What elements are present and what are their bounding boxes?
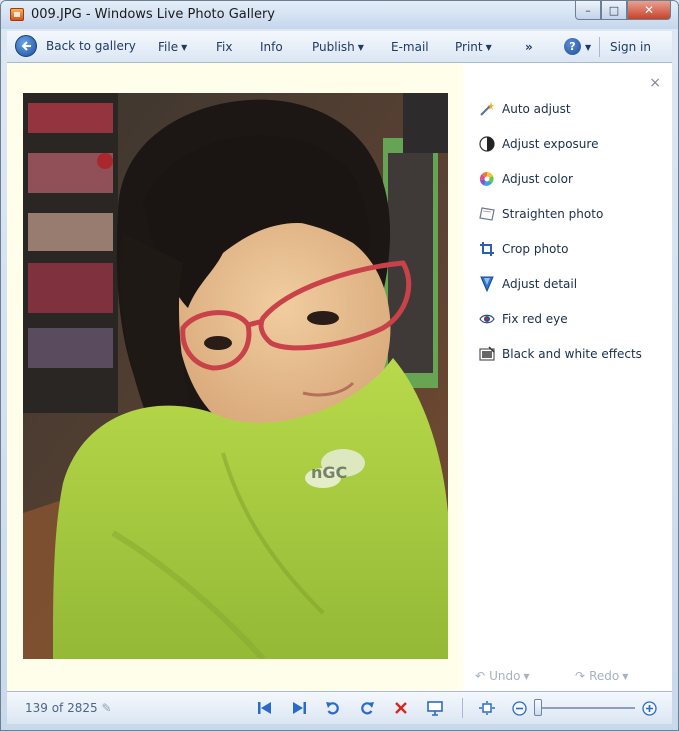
redo-button[interactable]: ↷ Redo ▼ xyxy=(575,669,628,683)
crop-photo-label: Crop photo xyxy=(502,242,569,256)
crop-icon xyxy=(479,241,495,257)
black-white-icon xyxy=(479,346,495,362)
auto-adjust-button[interactable]: Auto adjust xyxy=(479,101,571,117)
photo-image[interactable]: nGC xyxy=(23,93,448,659)
chevron-down-icon: ▼ xyxy=(622,671,629,681)
rotate-left-icon xyxy=(326,702,339,715)
chevron-down-icon: ▼ xyxy=(523,671,530,681)
rotate-right-icon xyxy=(361,702,374,715)
status-separator xyxy=(462,698,463,718)
adjust-color-label: Adjust color xyxy=(502,172,573,186)
main-content: nGC × Auto adjust Adjust exposure Adjust… xyxy=(7,63,672,691)
crop-photo-button[interactable]: Crop photo xyxy=(479,241,568,257)
straighten-photo-label: Straighten photo xyxy=(502,207,604,221)
help-icon[interactable]: ? xyxy=(564,38,581,55)
info-menu[interactable]: Info xyxy=(260,40,283,54)
fix-red-eye-label: Fix red eye xyxy=(502,312,568,326)
back-to-gallery-label: Back to gallery xyxy=(46,39,136,53)
back-arrow-icon xyxy=(15,35,37,57)
more-commands-button[interactable]: » xyxy=(525,40,533,54)
back-to-gallery-button[interactable]: Back to gallery xyxy=(15,35,136,57)
slide-show-icon xyxy=(427,701,443,716)
actual-size-icon xyxy=(479,701,495,715)
photo-counter: 139 of 2825 ✎ xyxy=(25,701,112,715)
previous-icon xyxy=(258,702,271,714)
straighten-icon xyxy=(479,206,495,222)
help-dropdown-icon[interactable]: ▼ xyxy=(585,43,591,52)
status-bar: 139 of 2825 ✎ xyxy=(7,691,672,724)
sign-in-link[interactable]: Sign in xyxy=(610,40,651,54)
straighten-photo-button[interactable]: Straighten photo xyxy=(479,206,603,222)
zoom-out-button[interactable] xyxy=(509,698,529,718)
undo-label: Undo xyxy=(489,669,521,683)
delete-button[interactable] xyxy=(391,698,411,718)
actual-size-button[interactable] xyxy=(477,698,497,718)
delete-icon xyxy=(395,702,407,714)
email-menu[interactable]: E-mail xyxy=(391,40,429,54)
next-icon xyxy=(293,702,306,714)
rotate-clockwise-button[interactable] xyxy=(357,698,377,718)
black-and-white-effects-button[interactable]: Black and white effects xyxy=(479,346,642,362)
adjust-exposure-button[interactable]: Adjust exposure xyxy=(479,136,598,152)
zoom-slider-track[interactable] xyxy=(538,707,635,709)
menu-separator xyxy=(599,37,600,57)
rotate-counterclockwise-button[interactable] xyxy=(323,698,343,718)
file-menu[interactable]: File ▼ xyxy=(158,40,187,54)
slide-show-button[interactable] xyxy=(425,698,445,718)
next-button[interactable] xyxy=(289,698,309,718)
black-and-white-effects-label: Black and white effects xyxy=(502,347,642,361)
adjust-color-button[interactable]: Adjust color xyxy=(479,171,573,187)
title-bar[interactable]: 009.JPG - Windows Live Photo Gallery – □… xyxy=(1,1,678,29)
undo-icon: ↶ xyxy=(475,669,486,683)
red-eye-icon xyxy=(479,311,495,327)
photo-gallery-window: 009.JPG - Windows Live Photo Gallery – □… xyxy=(0,0,679,731)
svg-text:nGC: nGC xyxy=(311,463,347,482)
chevron-down-icon: ▼ xyxy=(181,43,188,52)
photo-gallery-app-icon[interactable] xyxy=(10,8,24,21)
fix-menu[interactable]: Fix xyxy=(216,40,232,54)
chevron-down-icon: ▼ xyxy=(485,43,492,52)
adjust-detail-button[interactable]: Adjust detail xyxy=(479,276,577,292)
exposure-icon xyxy=(479,136,495,152)
minimize-button[interactable]: – xyxy=(575,1,601,20)
previous-button[interactable] xyxy=(255,698,275,718)
color-wheel-icon xyxy=(479,171,495,187)
photo-viewer: nGC xyxy=(7,63,463,691)
zoom-out-icon xyxy=(511,700,527,716)
zoom-slider-thumb[interactable] xyxy=(534,699,542,716)
publish-menu[interactable]: Publish ▼ xyxy=(312,40,364,54)
detail-icon xyxy=(479,276,495,292)
auto-adjust-label: Auto adjust xyxy=(502,102,571,116)
undo-button[interactable]: ↶ Undo ▼ xyxy=(475,669,530,683)
zoom-in-icon xyxy=(641,700,657,716)
pencil-icon[interactable]: ✎ xyxy=(101,701,111,715)
close-fix-panel-button[interactable]: × xyxy=(649,75,661,91)
magic-wand-icon xyxy=(479,101,495,117)
adjust-exposure-label: Adjust exposure xyxy=(502,137,599,151)
print-menu[interactable]: Print ▼ xyxy=(455,40,492,54)
maximize-button[interactable]: □ xyxy=(601,1,627,20)
fix-panel: × Auto adjust Adjust exposure Adjust col… xyxy=(463,63,672,691)
caption-buttons: – □ ✕ xyxy=(575,1,671,21)
redo-icon: ↷ xyxy=(575,669,586,683)
zoom-in-button[interactable] xyxy=(639,698,659,718)
chevron-down-icon: ▼ xyxy=(357,43,364,52)
redo-label: Redo xyxy=(589,669,620,683)
window-title: 009.JPG - Windows Live Photo Gallery xyxy=(31,7,276,22)
fix-red-eye-button[interactable]: Fix red eye xyxy=(479,311,568,327)
close-window-button[interactable]: ✕ xyxy=(627,1,671,20)
adjust-detail-label: Adjust detail xyxy=(502,277,578,291)
menu-bar: Back to gallery File ▼ Fix Info Publish ▼ … xyxy=(7,31,672,63)
